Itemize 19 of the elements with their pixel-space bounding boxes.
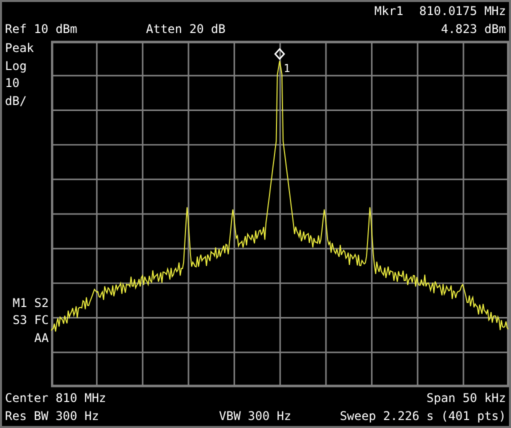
side-label: M1 S2 [12,294,49,312]
side-label: AA [33,330,49,346]
side-label: S3 FC [12,312,49,329]
center-frequency: Center 810 MHz [5,390,106,407]
resolution-bandwidth: Res BW 300 Hz [5,408,100,425]
marker-label: 1 [283,62,290,75]
marker-icon [274,48,285,60]
side-label: Log [5,58,28,75]
attenuation: Atten 20 dB [146,21,226,38]
marker-frequency: 810.0175 MHz [419,3,506,20]
sweep-time: Sweep 2.226 s (401 pts) [340,408,506,425]
video-bandwidth: VBW 300 Hz [219,408,292,425]
reference-level: Ref 10 dBm [5,21,78,38]
marker-name: Mkr1 [374,3,404,20]
side-label: Peak [5,40,35,57]
marker-amplitude: 4.823 dBm [440,21,506,38]
frequency-span: Span 50 kHz [426,390,506,407]
side-label: dB/ [5,92,28,110]
side-label: 10 [5,75,20,92]
